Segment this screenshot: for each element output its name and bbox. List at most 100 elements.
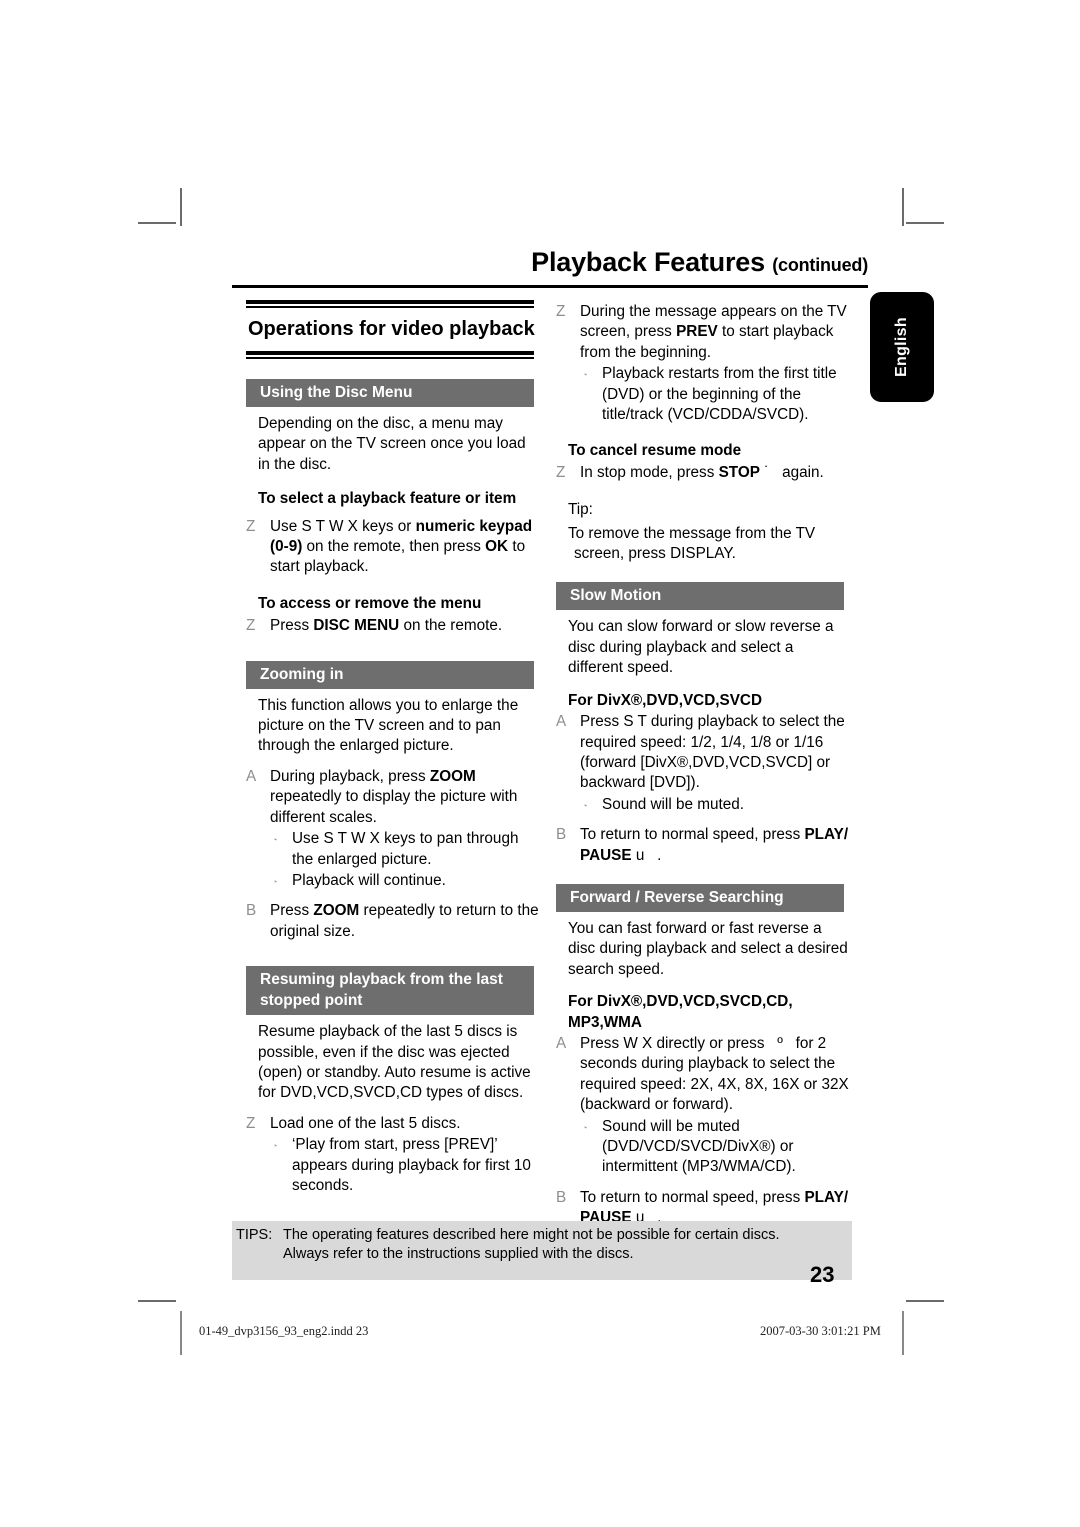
list-item-text: Load one of the last 5 discs. [270,1114,461,1132]
subheading-cancel-resume-mode: To cancel resume mode [568,442,742,460]
search-symbol-glyph: º [777,1034,783,1052]
tip-label: Tip: [568,501,593,519]
list-item-text-a: To return to normal speed, press [580,1188,801,1206]
big-heading-rule-top [246,300,534,308]
arrow-keys-glyphs: S T W X [301,517,358,535]
bullet-icon: ˻ [274,829,278,842]
list-marker: A [246,767,257,785]
sub-bullet: ˻ Sound will be muted (DVD/VCD/SVCD/DivX… [556,1117,851,1178]
section-bar-resuming-playback: Resuming playback from the last stopped … [246,966,534,1016]
list-marker: B [556,1188,567,1206]
section-bar-forward-reverse-searching: Forward / Reverse Searching [556,883,844,912]
paragraph-resuming-intro: Resume playback of the last 5 discs is p… [258,1023,531,1102]
sub-bullet-text-a: Use [292,830,320,848]
sub-bullet: ˻ Playback restarts from the first title… [556,364,851,425]
bullet-icon: ˻ [584,364,588,377]
bullet-icon: ˻ [274,870,278,883]
bold-zoom-key: ZOOM [313,902,360,920]
arrow-keys-glyphs: S T W X [323,830,380,848]
list-marker: Z [246,617,256,635]
right-column: Z During the message appears on the TV s… [556,302,851,1229]
section-bar-slow-motion: Slow Motion [556,582,844,611]
arrow-keys-glyphs: W X [623,1034,653,1052]
list-item: A During playback, press ZOOM repeatedly… [246,767,541,828]
tips-line-2: Always refer to the instructions supplie… [283,1246,634,1262]
sub-bullet-text: Playback will continue. [292,871,446,889]
bullet-icon: ˻ [584,794,588,807]
list-item-text-b: repeatedly to return to the original siz… [270,902,539,940]
list-marker: B [246,902,257,920]
sub-bullet: ˻ ‘Play from start, press [PREV]’ appear… [246,1135,541,1196]
list-item: Z In stop mode, press STOP ˙ again. [556,463,851,483]
sub-bullet-text: Sound will be muted. [602,795,745,813]
list-item-text-a: Press [270,902,310,920]
list-item: A Press S T during playback to select th… [556,712,851,794]
crop-mark-bottom-right-horizontal [906,1300,944,1302]
sub-bullet-text: Sound will be muted (DVD/VCD/SVCD/DivX®)… [602,1117,796,1176]
list-item-text-b: keys or [362,517,412,535]
list-item: Z During the message appears on the TV s… [556,302,851,363]
list-item-text-b: on the remote. [403,617,503,635]
subheading-select-playback-feature: To select a playback feature or item [258,490,517,508]
section-bar-zooming-in: Zooming in [246,660,534,689]
play-pause-symbol-glyph: u [635,846,645,864]
footer-rule-right [902,1311,904,1355]
list-item-text-a: Press [580,1034,620,1052]
list-marker: A [556,1034,567,1052]
list-item: Z Press DISC MENU on the remote. [246,616,541,636]
list-marker: Z [556,303,566,320]
paragraph-searching-intro: You can fast forward or fast reverse a d… [568,919,848,978]
language-tab-label: English [893,317,910,377]
list-marker: Z [556,463,566,481]
bold-stop-key: STOP [718,463,760,481]
bold-disc-menu-key: DISC MENU [313,617,400,635]
crop-mark-top-left-horizontal [138,222,176,224]
list-item-text-a: During playback, press [270,767,426,785]
list-item: A Press W X directly or press º for 2 se… [556,1034,851,1116]
tip-text: To remove the message from the TV screen… [568,524,816,563]
list-item-text-a: Press [580,713,620,731]
sub-bullet: ˻ Playback will continue. [246,871,541,891]
stop-symbol-glyph: ˙ [764,463,770,481]
section-heading-operations: Operations for video playback [248,318,535,340]
list-item-text-b: again. [782,463,824,481]
bold-prev-key: PREV [676,323,718,341]
section-bar-using-the-disc-menu: Using the Disc Menu [246,379,534,407]
crop-mark-bottom-left-horizontal [138,1300,176,1302]
bold-zoom-key: ZOOM [429,767,476,785]
tips-label: TIPS: [236,1227,273,1243]
page-title-continued: (continued) [772,255,868,275]
paragraph-disc-menu-intro: Depending on the disc, a menu may appear… [258,415,526,473]
page-title-text: Playback Features [531,247,765,277]
list-item-text-c: on the remote, then press [306,538,481,556]
sub-bullet-text: ‘Play from start, press [PREV]’ appears … [292,1136,531,1194]
footer-rule-left [180,1311,182,1355]
bullet-icon: ˻ [584,1116,588,1129]
tips-line-1: The operating features described here mi… [283,1227,780,1243]
sub-bullet: ˻ Sound will be muted. [556,795,851,815]
subheading-access-remove-menu: To access or remove the menu [258,594,482,612]
list-marker: B [556,826,567,844]
list-item-text-b: . [657,846,662,864]
list-item-text-b: during playback to select the required s… [580,713,845,792]
list-marker: Z [246,1114,256,1132]
list-marker: Z [246,517,256,535]
list-item-text-a: Press [270,617,310,635]
crop-mark-top-right-vertical [902,188,904,226]
list-item-text-a: Use [270,517,298,535]
big-heading-rule-bottom [246,351,534,359]
list-item: Z Load one of the last 5 discs. [246,1114,541,1134]
sub-bullet: ˻ Use S T W X keys to pan through the en… [246,829,541,870]
footer-filename: 01-49_dvp3156_93_eng2.indd 23 [199,1324,369,1338]
list-item-text-a: In stop mode, press [580,463,715,481]
paragraph-slow-motion-intro: You can slow forward or slow reverse a d… [568,618,834,677]
list-item: B To return to normal speed, press PLAY/… [556,825,851,866]
page-title: Playback Features (continued) [232,247,868,278]
language-tab: English [870,292,934,402]
crop-mark-top-left-vertical [180,188,182,226]
list-item: B Press ZOOM repeatedly to return to the… [246,901,541,942]
list-item-text-b: repeatedly to display the picture with d… [270,788,518,826]
subheading-searching-formats: For DivX®,DVD,VCD,SVCD,CD, MP3,WMA [568,993,793,1031]
crop-mark-top-right-horizontal [906,222,944,224]
arrow-keys-glyphs: S T [623,713,647,731]
